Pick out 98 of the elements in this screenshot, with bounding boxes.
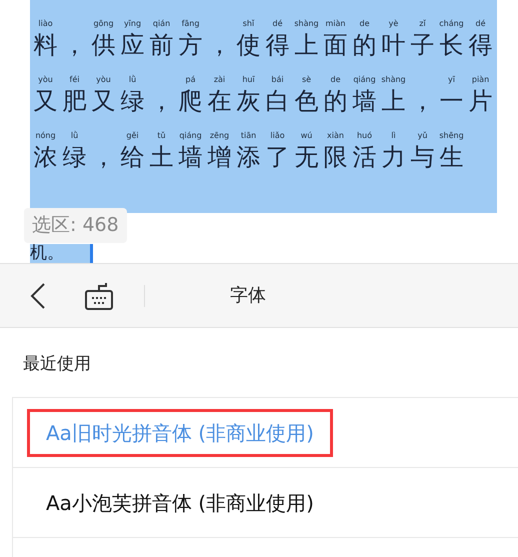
pinyin: yè (388, 18, 398, 30)
hanzi: 一 (440, 86, 464, 116)
pinyin: bái (271, 74, 284, 86)
hanzi: 限 (324, 142, 348, 172)
pinyin: yǔ (418, 130, 428, 142)
hanzi: 面 (324, 30, 348, 60)
hanzi: 上 (294, 30, 318, 60)
hanzi: 色 (294, 86, 318, 116)
pinyin: lǜ (70, 130, 78, 142)
selection-count-badge: 选区: 468 (24, 208, 127, 243)
pinyin: fāng (182, 18, 200, 30)
pinyin: wú (300, 130, 312, 142)
hanzi: 子 (410, 30, 434, 60)
hanzi: 上 (382, 86, 406, 116)
pinyin: dé (272, 18, 282, 30)
pinyin: cháng (439, 18, 464, 30)
hanzi: 长 (440, 30, 464, 60)
hanzi: 活 (352, 142, 376, 172)
hanzi: ， (150, 86, 174, 116)
pinyin: shàng (294, 18, 319, 30)
pinyin: nóng (35, 130, 56, 142)
hanzi: 应 (120, 30, 144, 60)
pinyin: liǎo (270, 130, 285, 142)
pinyin: lì (391, 130, 396, 142)
pinyin: pá (186, 74, 196, 86)
hanzi: 肥 (62, 86, 86, 116)
pinyin: de (330, 74, 340, 86)
font-name: Aa小泡芙拼音体 (非商业使用) (45, 490, 315, 516)
selected-text: 机。 (30, 244, 90, 263)
pinyin: féi (70, 74, 80, 86)
hanzi: 土 (150, 142, 174, 172)
hanzi: 灰 (236, 86, 260, 116)
pinyin: qiáng (353, 74, 376, 86)
hanzi: 又 (34, 86, 58, 116)
pinyin: shǐ (242, 18, 254, 30)
pinyin: tǔ (157, 130, 166, 142)
hanzi: 绿 (62, 142, 86, 172)
pinyin: yīng (124, 18, 142, 30)
pinyin: tiān (240, 130, 256, 142)
pinyin: qiáng (179, 130, 202, 142)
font-item[interactable]: Aa小泡芙拼音体 (非商业使用) (13, 468, 518, 538)
pinyin: sè (302, 74, 312, 86)
hanzi: 得 (266, 30, 290, 60)
hanzi: 又 (92, 86, 116, 116)
hanzi: 供 (92, 30, 116, 60)
pinyin: dé (476, 18, 486, 30)
pinyin: zēng (210, 130, 230, 142)
pinyin: miàn (326, 18, 346, 30)
pinyin: yòu (96, 74, 111, 86)
pinyin: gōng (93, 18, 114, 30)
pinyin: huī (242, 74, 255, 86)
pinyin: zǐ (419, 18, 426, 30)
keyboard-icon[interactable] (84, 280, 114, 310)
pinyin: shàng (381, 74, 406, 86)
pinyin: qián (152, 18, 170, 30)
hanzi: 生 (440, 142, 464, 172)
hanzi: 爬 (178, 86, 202, 116)
hanzi: 在 (208, 86, 232, 116)
font-name: Aa旧时光拼音体 (非商业使用) (27, 408, 333, 456)
back-icon[interactable] (30, 282, 46, 308)
hanzi: 墙 (178, 142, 202, 172)
hanzi: 的 (324, 86, 348, 116)
hanzi: 与 (410, 142, 434, 172)
pinyin: yī (448, 74, 455, 86)
pinyin: shēng (439, 130, 464, 142)
pinyin: zài (214, 74, 226, 86)
hanzi: 得 (468, 30, 492, 60)
hanzi: 添 (236, 142, 260, 172)
hanzi: 力 (382, 142, 406, 172)
pinyin: liào (38, 18, 53, 30)
hanzi: 增 (208, 142, 232, 172)
hanzi: 前 (150, 30, 174, 60)
hanzi: 无 (294, 142, 318, 172)
hanzi: 片 (468, 86, 492, 116)
pinyin: lǜ (128, 74, 136, 86)
pinyin: xiàn (327, 130, 344, 142)
hanzi: ， (208, 30, 232, 60)
hanzi: 白 (266, 86, 290, 116)
hanzi: 叶 (382, 30, 406, 60)
hanzi: ， (62, 30, 86, 60)
hanzi: 了 (266, 142, 290, 172)
pinyin: de (360, 18, 370, 30)
pinyin: huó (356, 130, 372, 142)
hanzi: 方 (178, 30, 202, 60)
toolbar-title: 字体 (230, 284, 266, 308)
pinyin: piàn (472, 74, 490, 86)
hanzi: 给 (120, 142, 144, 172)
hanzi: 浓 (34, 142, 58, 172)
hanzi: 料 (34, 30, 58, 60)
hanzi: 墙 (352, 86, 376, 116)
hanzi: 的 (352, 30, 376, 60)
hanzi: ， (410, 86, 434, 116)
hanzi: 使 (236, 30, 260, 60)
hanzi: ， (92, 142, 116, 172)
section-title: 最近使用 (23, 353, 92, 376)
pinyin: yòu (38, 74, 53, 86)
pinyin: gěi (126, 130, 139, 142)
hanzi: 绿 (120, 86, 144, 116)
